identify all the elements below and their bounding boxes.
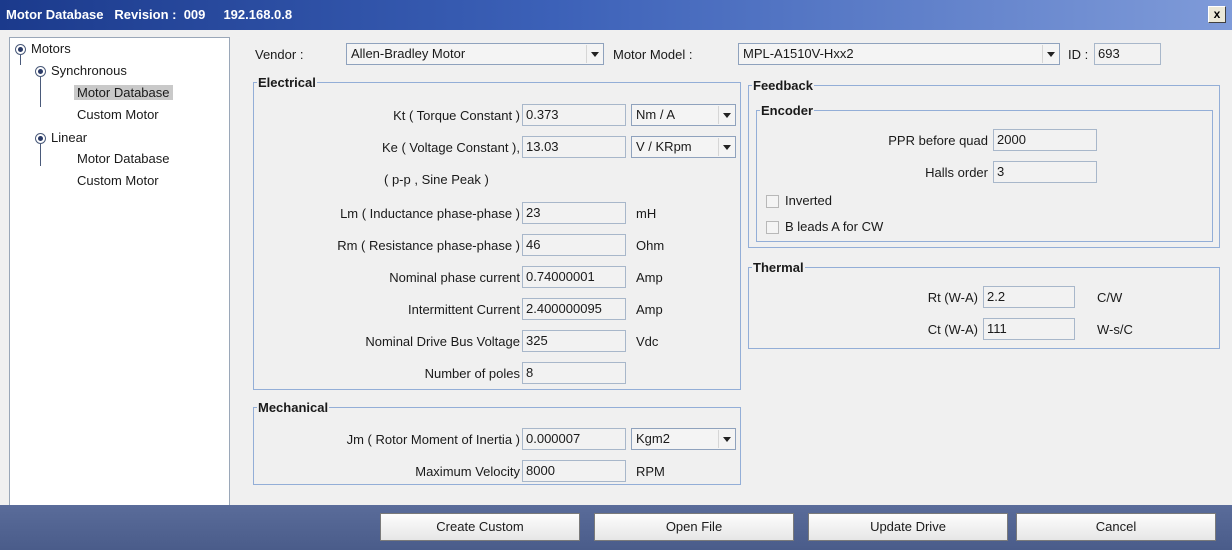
- tree-item-motors[interactable]: Motors: [31, 41, 71, 56]
- bus-voltage-unit: Vdc: [636, 334, 659, 349]
- bus-voltage-field[interactable]: 325: [522, 330, 626, 352]
- intermittent-current-unit: Amp: [636, 302, 663, 317]
- expanded-node-icon[interactable]: [35, 66, 46, 77]
- tree-line: [40, 144, 41, 166]
- max-velocity-field[interactable]: 8000: [522, 460, 626, 482]
- vendor-select[interactable]: Allen-Bradley Motor: [346, 43, 604, 65]
- ct-label: Ct (W-A): [927, 322, 978, 337]
- lm-field[interactable]: 23: [522, 202, 626, 224]
- motor-tree: Motors Synchronous Motor Database Custom…: [9, 37, 230, 507]
- kt-unit-select[interactable]: Nm / A: [631, 104, 736, 126]
- intermittent-current-label: Intermittent Current: [408, 302, 520, 317]
- open-file-button[interactable]: Open File: [594, 513, 794, 541]
- lm-unit: mH: [636, 206, 657, 221]
- motor-model-value: MPL-A1510V-Hxx2: [743, 46, 854, 61]
- thermal-title: Thermal: [752, 260, 805, 275]
- rt-field[interactable]: 2.2: [983, 286, 1075, 308]
- ke-note: ( p-p , Sine Peak ): [384, 172, 489, 187]
- chevron-down-icon[interactable]: [718, 430, 734, 448]
- jm-unit-select[interactable]: Kgm2: [631, 428, 736, 450]
- nominal-current-label: Nominal phase current: [389, 270, 520, 285]
- inverted-label: Inverted: [785, 193, 832, 208]
- ct-field[interactable]: 111: [983, 318, 1075, 340]
- expanded-node-icon[interactable]: [15, 44, 26, 55]
- chevron-down-icon[interactable]: [586, 45, 602, 63]
- halls-order-label: Halls order: [925, 165, 988, 180]
- chevron-down-icon[interactable]: [1042, 45, 1058, 63]
- ppr-field[interactable]: 2000: [993, 129, 1097, 151]
- bus-voltage-label: Nominal Drive Bus Voltage: [365, 334, 520, 349]
- ct-unit: W-s/C: [1097, 322, 1133, 337]
- b-leads-a-label: B leads A for CW: [785, 219, 884, 234]
- tree-item-linear[interactable]: Linear: [51, 130, 87, 145]
- ke-label: Ke ( Voltage Constant ),: [381, 140, 520, 155]
- halls-order-field[interactable]: 3: [993, 161, 1097, 183]
- vendor-value: Allen-Bradley Motor: [351, 46, 466, 61]
- motor-model-label: Motor Model :: [613, 47, 693, 62]
- jm-label: Jm ( Rotor Moment of Inertia ): [346, 432, 520, 447]
- rm-unit: Ohm: [636, 238, 665, 253]
- poles-field[interactable]: 8: [522, 362, 626, 384]
- tree-item-sync-motor-database[interactable]: Motor Database: [74, 85, 173, 100]
- ke-unit-value: V / KRpm: [636, 139, 692, 154]
- kt-label: Kt ( Torque Constant ): [393, 108, 520, 123]
- nominal-current-field[interactable]: 0.74000001: [522, 266, 626, 288]
- chevron-down-icon[interactable]: [718, 138, 734, 156]
- chevron-down-icon[interactable]: [718, 106, 734, 124]
- jm-unit-value: Kgm2: [636, 431, 670, 446]
- inverted-checkbox[interactable]: [766, 195, 779, 208]
- expanded-node-icon[interactable]: [35, 133, 46, 144]
- rm-field[interactable]: 46: [522, 234, 626, 256]
- ppr-label: PPR before quad: [888, 133, 988, 148]
- kt-field[interactable]: 0.373: [522, 104, 626, 126]
- intermittent-current-field[interactable]: 2.400000095: [522, 298, 626, 320]
- tree-item-linear-motor-database[interactable]: Motor Database: [77, 151, 170, 166]
- update-drive-button[interactable]: Update Drive: [808, 513, 1008, 541]
- kt-unit-value: Nm / A: [636, 107, 676, 122]
- jm-field[interactable]: 0.000007: [522, 428, 626, 450]
- max-velocity-unit: RPM: [636, 464, 665, 479]
- electrical-title: Electrical: [257, 75, 317, 90]
- rt-label: Rt (W-A): [927, 290, 978, 305]
- close-button[interactable]: x: [1208, 6, 1226, 23]
- rm-label: Rm ( Resistance phase-phase ): [337, 238, 520, 253]
- ke-field[interactable]: 13.03: [522, 136, 626, 158]
- cancel-button[interactable]: Cancel: [1016, 513, 1216, 541]
- tree-item-synchronous[interactable]: Synchronous: [51, 63, 127, 78]
- tree-line: [20, 55, 21, 65]
- max-velocity-label: Maximum Velocity: [415, 464, 520, 479]
- tree-item-linear-custom-motor[interactable]: Custom Motor: [77, 173, 159, 188]
- encoder-title: Encoder: [760, 103, 815, 118]
- id-field[interactable]: 693: [1094, 43, 1161, 65]
- tree-line: [40, 77, 41, 107]
- create-custom-button[interactable]: Create Custom: [380, 513, 580, 541]
- ke-unit-select[interactable]: V / KRpm: [631, 136, 736, 158]
- lm-label: Lm ( Inductance phase-phase ): [340, 206, 520, 221]
- vendor-label: Vendor :: [255, 47, 304, 62]
- window-title: Motor Database Revision : 009 192.168.0.…: [6, 7, 293, 22]
- b-leads-a-checkbox[interactable]: [766, 221, 779, 234]
- mechanical-title: Mechanical: [257, 400, 330, 415]
- tree-item-sync-custom-motor[interactable]: Custom Motor: [77, 107, 159, 122]
- nominal-current-unit: Amp: [636, 270, 663, 285]
- motor-model-select[interactable]: MPL-A1510V-Hxx2: [738, 43, 1060, 65]
- rt-unit: C/W: [1097, 290, 1123, 305]
- poles-label: Number of poles: [424, 366, 520, 381]
- id-label: ID :: [1068, 47, 1089, 62]
- feedback-title: Feedback: [752, 78, 814, 93]
- title-bar: Motor Database Revision : 009 192.168.0.…: [0, 0, 1232, 30]
